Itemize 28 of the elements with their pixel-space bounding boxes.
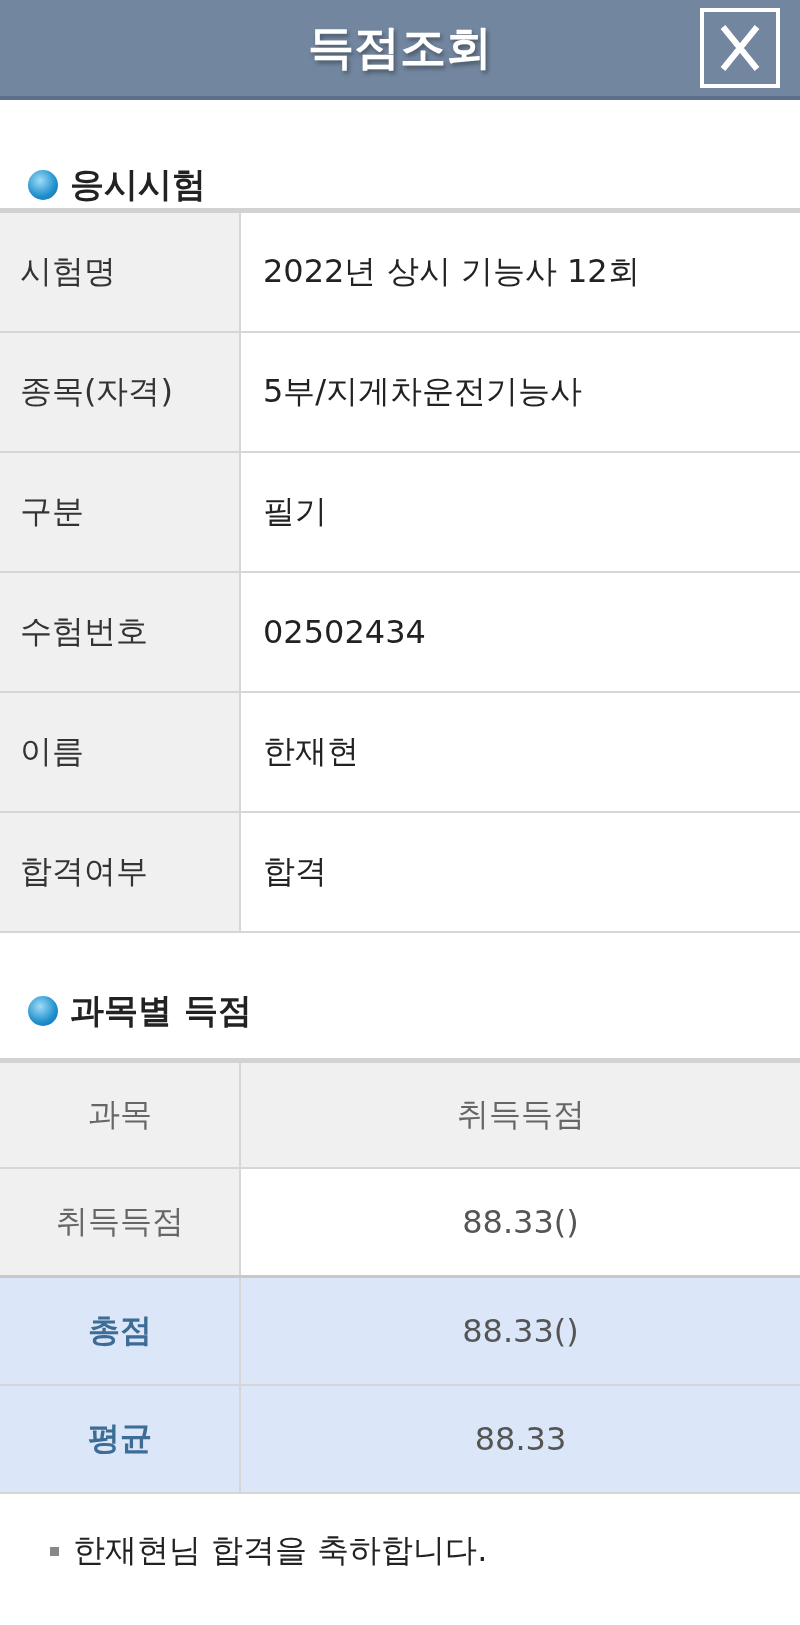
table-cell-text: 한재현 [262,731,360,772]
table-cell-text: 88.33() [461,1202,580,1243]
bullet-icon [50,1546,59,1556]
table-label-cell: 합격여부 [0,813,241,931]
table-label-cell: 평균 [0,1386,241,1492]
bullet-icon [28,995,58,1026]
table-cell-text: 5부/지게차운전기능사 [262,371,584,412]
table-label-cell: 총점 [0,1278,241,1384]
table-cell-text: 88.33 [473,1419,568,1460]
table-label-cell: 이름 [0,693,241,811]
page-title: 득점조회 [308,19,492,76]
congratulation-message: 한재현님 합격을 축하합니다. [73,1530,488,1571]
table-label-cell: 수험번호 [0,573,241,691]
table-label-cell: 종목(자격) [0,333,241,451]
section-heading: 응시시험 [70,163,206,206]
column-header: 과목 [0,1063,241,1167]
table-label-cell: 시험명 [0,213,241,331]
table-cell-text: 2022년 상시 기능사 12회 [262,251,641,292]
table-cell-text: 88.33() [461,1311,580,1352]
table-cell-text: 필기 [262,491,328,532]
bullet-icon [28,170,58,200]
table-cell-text: 02502434 [262,612,427,653]
close-button[interactable] [700,8,780,88]
table-label-cell: 구분 [0,453,241,571]
section-heading: 과목별 득점 [70,988,252,1032]
table-cell-text: 합격 [262,851,328,892]
column-header: 취득득점 [455,1094,586,1135]
table-label-cell: 취득득점 [0,1169,241,1275]
